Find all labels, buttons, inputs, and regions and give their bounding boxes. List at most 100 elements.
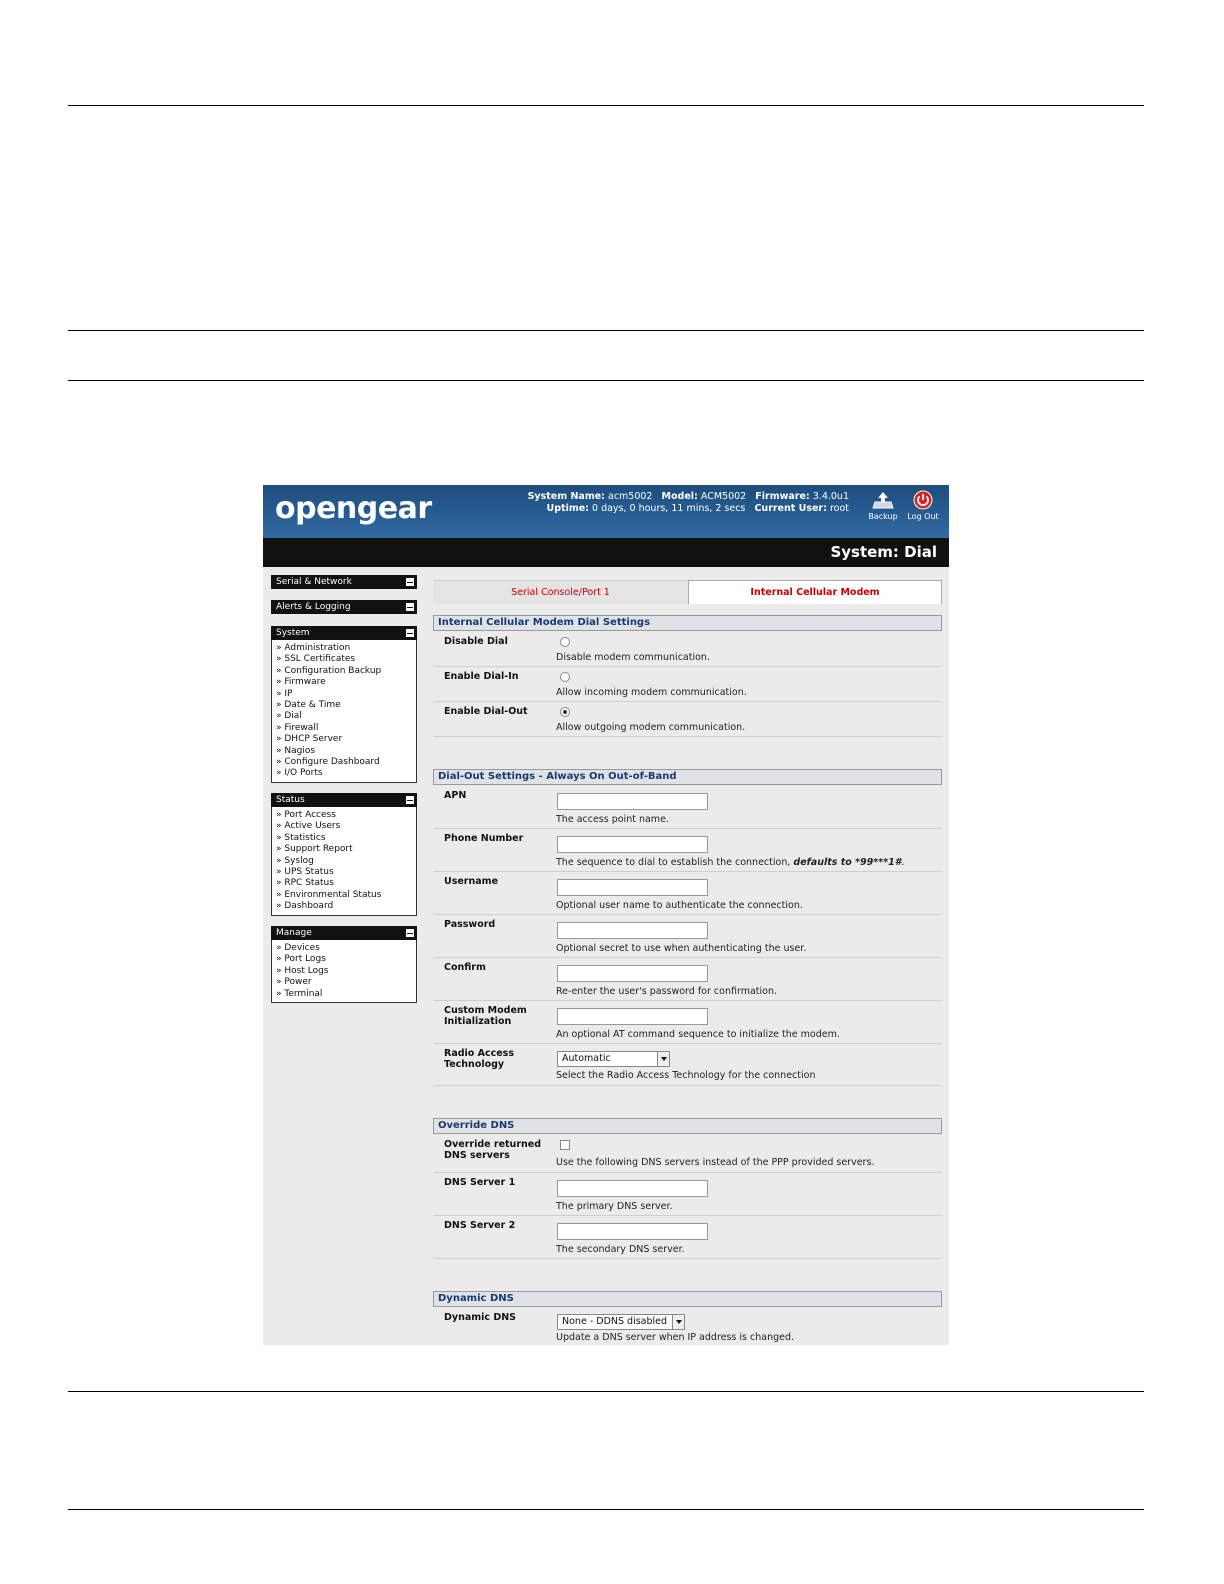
phone-number-label: Phone Number <box>444 833 524 844</box>
tab-internal-cellular-modem[interactable]: Internal Cellular Modem <box>688 580 942 604</box>
dns-server-2-input[interactable] <box>557 1223 708 1240</box>
rat-label-line1: Radio Access <box>444 1048 514 1059</box>
sidebar-link[interactable]: Dial <box>276 711 412 722</box>
sidebar-alerts-logging[interactable]: Alerts & Logging <box>271 600 417 614</box>
row-username: Username Optional user name to authentic… <box>433 872 942 915</box>
enable-dial-in-hint: Allow incoming modem communication. <box>556 687 747 698</box>
enable-dial-in-radio[interactable] <box>560 672 570 682</box>
sidebar-link[interactable]: Support Report <box>276 844 412 855</box>
model: ACM5002 <box>700 491 747 502</box>
phone-number-hint: The sequence to dial to establish the co… <box>556 857 905 868</box>
row-enable-dial-out: Enable Dial-Out Allow outgoing modem com… <box>433 702 942 737</box>
apn-input[interactable] <box>557 793 708 810</box>
rat-select[interactable]: Automatic <box>557 1051 670 1067</box>
collapse-icon[interactable] <box>406 629 414 637</box>
sidebar-manage-title: Manage <box>276 928 312 938</box>
custom-modem-init-label: Custom Modem Initialization <box>444 1005 548 1027</box>
sidebar-manage-list: DevicesPort LogsHost LogsPowerTerminal <box>271 940 417 1004</box>
dns-server-1-label: DNS Server 1 <box>444 1177 516 1188</box>
sidebar-link[interactable]: Syslog <box>276 856 412 867</box>
sidebar-link[interactable]: RPC Status <box>276 878 412 889</box>
sidebar-link[interactable]: Power <box>276 977 412 988</box>
chevron-down-icon[interactable] <box>657 1052 669 1066</box>
enable-dial-out-hint: Allow outgoing modem communication. <box>556 722 746 733</box>
dns-server-2-label: DNS Server 2 <box>444 1220 516 1231</box>
sidebar-link[interactable]: Firewall <box>276 723 412 734</box>
dns-server-1-input[interactable] <box>557 1180 708 1197</box>
override-dns-label-line2: DNS servers <box>444 1150 510 1161</box>
phone-number-input[interactable] <box>557 836 708 853</box>
sidebar-status-title: Status <box>276 795 305 805</box>
logout-label: Log Out <box>907 512 939 521</box>
collapse-icon[interactable] <box>406 796 414 804</box>
username-hint: Optional user name to authenticate the c… <box>556 900 803 911</box>
current-user: root <box>829 503 849 514</box>
row-radio-access-technology: Radio Access Technology Automatic Select … <box>433 1044 942 1086</box>
row-phone-number: Phone Number The sequence to dial to est… <box>433 829 942 872</box>
sidebar-link[interactable]: Dashboard <box>276 901 412 912</box>
sidebar-link[interactable]: SSL Certificates <box>276 654 412 665</box>
sidebar-link[interactable]: I/O Ports <box>276 768 412 779</box>
firmware: 3.4.0u1 <box>812 491 849 502</box>
custom-modem-init-hint: An optional AT command sequence to initi… <box>556 1029 840 1040</box>
sidebar-link[interactable]: Host Logs <box>276 966 412 977</box>
sidebar-link[interactable]: Terminal <box>276 989 412 1000</box>
confirm-label: Confirm <box>444 962 486 973</box>
sidebar-system-group: System AdministrationSSL CertificatesCon… <box>271 626 417 783</box>
sidebar-link[interactable]: Environmental Status <box>276 890 412 901</box>
backup-button[interactable]: Backup <box>865 490 901 521</box>
header-bar: opengear System Name: acm5002 Model: ACM… <box>263 485 949 538</box>
override-dns-label: Override returned DNS servers <box>444 1139 548 1161</box>
username-input[interactable] <box>557 879 708 896</box>
sidebar-link[interactable]: UPS Status <box>276 867 412 878</box>
expand-icon[interactable] <box>406 578 414 586</box>
sidebar-link[interactable]: Port Access <box>276 810 412 821</box>
firmware-label: Firmware: <box>755 491 810 502</box>
custom-modem-init-input[interactable] <box>557 1008 708 1025</box>
sidebar-manage-group: Manage DevicesPort LogsHost LogsPowerTer… <box>271 926 417 1004</box>
disable-dial-radio[interactable] <box>560 637 570 647</box>
collapse-icon[interactable] <box>406 929 414 937</box>
logout-button[interactable]: Log Out <box>905 490 941 521</box>
rule-1 <box>68 105 1144 106</box>
rule-2 <box>68 330 1144 331</box>
apn-label: APN <box>444 790 467 801</box>
system-name: acm5002 <box>608 491 653 502</box>
sidebar-link[interactable]: Configuration Backup <box>276 666 412 677</box>
sidebar-link[interactable]: Port Logs <box>276 954 412 965</box>
confirm-input[interactable] <box>557 965 708 982</box>
row-dns-server-2: DNS Server 2 The secondary DNS server. <box>433 1216 942 1259</box>
sidebar-link[interactable]: Statistics <box>276 833 412 844</box>
page-title-bar: System: Dial <box>263 538 949 567</box>
sidebar-link[interactable]: Devices <box>276 943 412 954</box>
sidebar-link[interactable]: Configure Dashboard <box>276 757 412 768</box>
enable-dial-out-radio[interactable] <box>560 707 570 717</box>
expand-icon[interactable] <box>406 603 414 611</box>
sidebar-link[interactable]: Nagios <box>276 746 412 757</box>
chevron-down-icon[interactable] <box>672 1315 684 1329</box>
rule-5 <box>68 1509 1144 1510</box>
dynamic-dns-select[interactable]: None - DDNS disabled <box>557 1314 685 1330</box>
disable-dial-hint: Disable modem communication. <box>556 652 710 663</box>
row-password: Password Optional secret to use when aut… <box>433 915 942 958</box>
custom-modem-init-label-line2: Initialization <box>444 1016 512 1027</box>
sidebar-link[interactable]: IP <box>276 689 412 700</box>
sidebar-link[interactable]: Administration <box>276 643 412 654</box>
sidebar-serial-network[interactable]: Serial & Network <box>271 575 417 589</box>
sidebar-link[interactable]: DHCP Server <box>276 734 412 745</box>
password-hint: Optional secret to use when authenticati… <box>556 943 807 954</box>
row-enable-dial-in: Enable Dial-In Allow incoming modem comm… <box>433 667 942 702</box>
sidebar-alerts-logging-label: Alerts & Logging <box>276 602 351 612</box>
rat-label-line2: Technology <box>444 1059 505 1070</box>
enable-dial-in-label: Enable Dial-In <box>444 671 519 682</box>
rule-4 <box>68 1391 1144 1392</box>
sidebar-link[interactable]: Date & Time <box>276 700 412 711</box>
tab-serial-console[interactable]: Serial Console/Port 1 <box>433 580 688 604</box>
uptime-label: Uptime: <box>546 503 589 514</box>
sidebar-link[interactable]: Firmware <box>276 677 412 688</box>
apn-hint: The access point name. <box>556 814 669 825</box>
override-dns-checkbox[interactable] <box>560 1140 570 1150</box>
section-dial-settings: Internal Cellular Modem Dial Settings <box>433 615 942 631</box>
sidebar-link[interactable]: Active Users <box>276 821 412 832</box>
password-input[interactable] <box>557 922 708 939</box>
